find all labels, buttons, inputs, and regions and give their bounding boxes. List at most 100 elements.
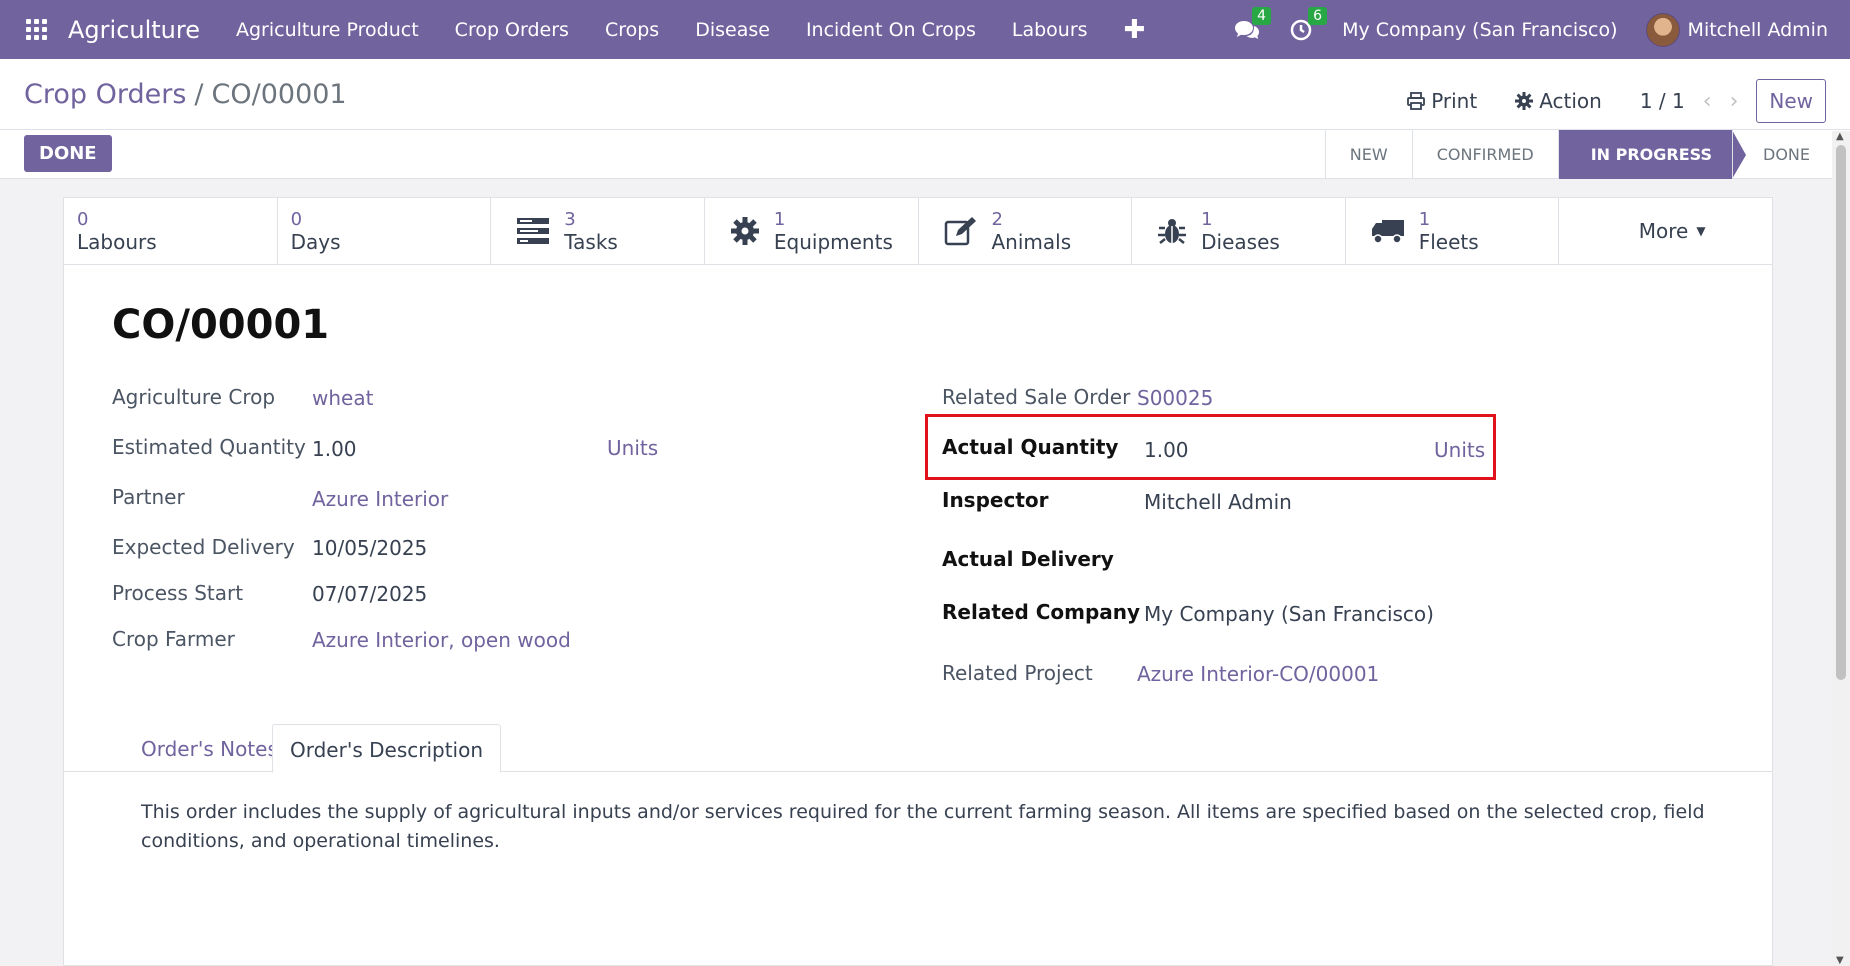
breadcrumb-parent-link[interactable]: Crop Orders (24, 79, 186, 110)
page-scrollbar[interactable]: ▲ ▼ (1832, 131, 1850, 966)
activities-count-badge: 6 (1308, 6, 1327, 25)
equipments-label: Equipments (773, 230, 893, 254)
company-switcher[interactable]: My Company (San Francisco) (1342, 19, 1617, 41)
expected-delivery-field[interactable]: 10/05/2025 (312, 536, 427, 560)
scroll-down-arrow-icon[interactable]: ▼ (1836, 955, 1844, 966)
inspector-field[interactable]: Mitchell Admin (1144, 490, 1292, 514)
tasks-smart-button[interactable]: 3 Tasks (491, 198, 705, 264)
fleets-count: 1 (1418, 209, 1431, 230)
bug-icon (1158, 219, 1187, 244)
stage-in-progress[interactable]: IN PROGRESS (1557, 130, 1747, 179)
crop-farmer-field[interactable]: Azure Interior, open wood (312, 628, 571, 652)
estimated-quantity-label: Estimated Quantity (112, 435, 306, 459)
estimated-quantity-unit[interactable]: Units (607, 436, 658, 460)
action-button[interactable]: Action (1515, 89, 1602, 113)
activities-button[interactable]: 6 (1290, 6, 1327, 41)
labours-count: 0 (77, 209, 89, 230)
tasks-count: 3 (564, 209, 576, 230)
animals-label: Animals (991, 230, 1072, 254)
related-project-label: Related Project (942, 661, 1093, 685)
form-sheet: 0 Labours 0 Days 3 Tasks 1 Equipments 2 Anima… (63, 197, 1773, 966)
action-label: Action (1539, 89, 1602, 113)
animals-count: 2 (991, 209, 1003, 230)
scroll-up-arrow-icon[interactable]: ▲ (1836, 131, 1844, 142)
equipments-count: 1 (773, 209, 786, 230)
user-menu[interactable]: Mitchell Admin (1688, 19, 1828, 41)
more-label: More (1638, 219, 1689, 243)
app-brand[interactable]: Agriculture (68, 16, 200, 44)
tab-orders-notes[interactable]: Order's Notes (124, 724, 295, 773)
pager-previous-icon[interactable]: ‹ (1703, 89, 1712, 114)
fleets-smart-button[interactable]: 1 Fleets (1346, 198, 1560, 264)
partner-label: Partner (112, 485, 185, 509)
menu-disease[interactable]: Disease (695, 19, 770, 41)
related-company-label: Related Company (942, 600, 1141, 624)
control-panel-actions: Print Action 1 / 1 ‹ › New (1407, 79, 1850, 123)
breadcrumb-separator: / (194, 79, 204, 110)
record-title: CO/00001 (112, 302, 330, 348)
breadcrumb-current: CO/00001 (211, 79, 347, 110)
labours-smart-button[interactable]: 0 Labours (64, 198, 278, 264)
actual-delivery-label: Actual Delivery (942, 547, 1114, 571)
dieases-count: 1 (1201, 209, 1213, 230)
new-button[interactable]: New (1756, 79, 1826, 123)
labours-label: Labours (77, 230, 157, 254)
related-sale-order-field[interactable]: S00025 (1137, 386, 1213, 410)
gear-icon (730, 217, 759, 245)
top-navbar: Agriculture Agriculture Product Crop Ord… (0, 0, 1850, 59)
tab-orders-description[interactable]: Order's Description (272, 724, 502, 773)
dieases-smart-button[interactable]: 1 Dieases (1132, 198, 1346, 264)
process-start-label: Process Start (112, 581, 244, 605)
stage-done[interactable]: DONE (1732, 130, 1834, 179)
menu-crops[interactable]: Crops (605, 19, 659, 41)
status-row: DONE NEW CONFIRMED IN PROGRESS DONE (0, 129, 1850, 179)
estimated-quantity-field[interactable]: 1.00 (312, 437, 357, 461)
days-label: Days (290, 230, 341, 254)
animals-smart-button[interactable]: 2 Animals (919, 198, 1133, 264)
menu-agriculture-product[interactable]: Agriculture Product (236, 19, 419, 41)
partner-field[interactable]: Azure Interior (312, 487, 448, 511)
related-company-field[interactable]: My Company (San Francisco) (1144, 602, 1434, 626)
actual-quantity-field[interactable]: 1.00 (1144, 438, 1189, 462)
menu-incident-on-crops[interactable]: Incident On Crops (806, 19, 976, 41)
print-button[interactable]: Print (1407, 89, 1477, 113)
days-smart-button[interactable]: 0 Days (278, 198, 492, 264)
actual-quantity-unit[interactable]: Units (1434, 438, 1485, 462)
done-button[interactable]: DONE (24, 135, 112, 172)
edit-icon (944, 217, 976, 246)
stage-new[interactable]: NEW (1324, 130, 1412, 179)
equipments-smart-button[interactable]: 1 Equipments (705, 198, 919, 264)
print-label: Print (1431, 89, 1478, 113)
gear-icon (1515, 92, 1534, 110)
control-panel: Crop Orders / CO/00001 Print Action 1 / 1 … (0, 59, 1850, 179)
crop-farmer-label: Crop Farmer (112, 627, 235, 651)
actual-delivery-field[interactable] (1144, 547, 1444, 571)
agriculture-crop-field[interactable]: wheat (312, 386, 373, 410)
menu-labours[interactable]: Labours (1012, 19, 1088, 41)
printer-icon (1407, 92, 1426, 110)
stage-confirmed[interactable]: CONFIRMED (1411, 130, 1558, 179)
expected-delivery-label: Expected Delivery (112, 535, 295, 559)
menu-crop-orders[interactable]: Crop Orders (455, 19, 569, 41)
days-count: 0 (290, 209, 303, 230)
caret-down-icon: ▼ (1696, 224, 1706, 238)
scroll-thumb[interactable] (1836, 145, 1846, 680)
plus-icon[interactable]: ✚ (1124, 15, 1146, 45)
process-start-field[interactable]: 07/07/2025 (312, 582, 427, 606)
inspector-label: Inspector (942, 488, 1049, 512)
apps-grid-icon[interactable] (26, 18, 48, 41)
messages-button[interactable]: 4 (1234, 6, 1271, 41)
user-avatar[interactable] (1645, 12, 1680, 47)
truck-icon (1371, 220, 1404, 244)
pager-value[interactable]: 1 / 1 (1640, 89, 1685, 113)
messages-count-badge: 4 (1252, 6, 1271, 25)
smart-button-box: 0 Labours 0 Days 3 Tasks 1 Equipments 2 Anima… (64, 198, 1772, 265)
order-description-text[interactable]: This order includes the supply of agricu… (141, 798, 1741, 856)
breadcrumb: Crop Orders / CO/00001 (24, 79, 347, 110)
fleets-label: Fleets (1418, 230, 1479, 254)
pager-next-icon[interactable]: › (1730, 89, 1739, 114)
more-smart-buttons[interactable]: More ▼ (1559, 198, 1772, 264)
related-project-field[interactable]: Azure Interior-CO/00001 (1137, 662, 1379, 686)
navbar-systray: 4 6 My Company (San Francisco) Mitchell … (1234, 0, 1850, 59)
notebook-tabs: Order's Notes Order's Description (64, 724, 1772, 773)
